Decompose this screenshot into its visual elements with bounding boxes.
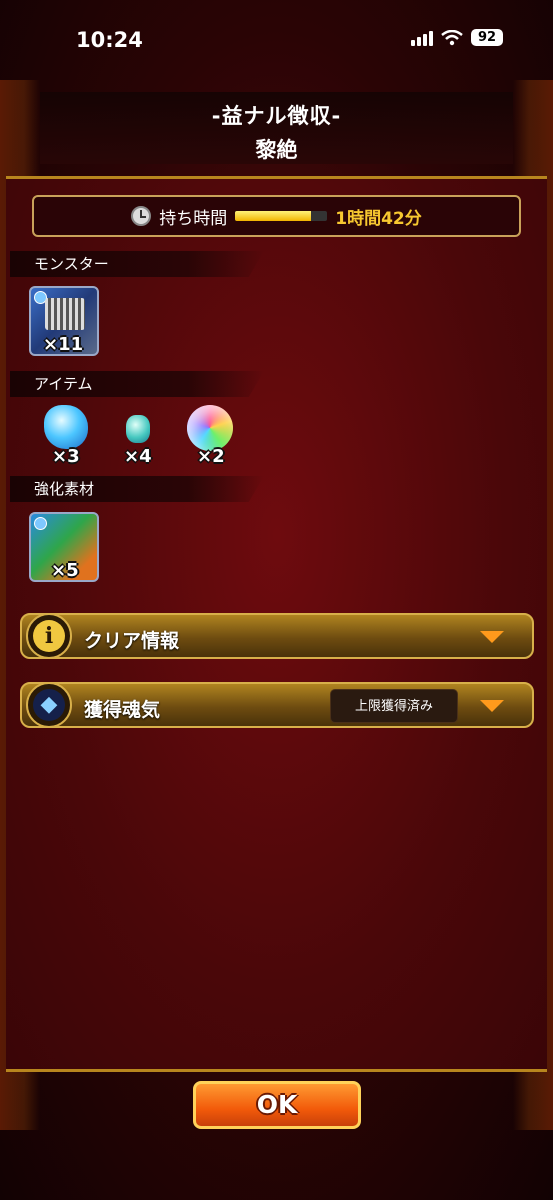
title-banner: -益ナル徴収- 黎絶 xyxy=(40,92,513,164)
time-limit-bar-fill xyxy=(235,211,311,221)
section-label-monster: モンスター xyxy=(34,255,109,273)
time-limit-box: 持ち時間 1時間42分 xyxy=(32,195,521,237)
section-header-monster: モンスター xyxy=(10,251,264,277)
section-label-material: 強化素材 xyxy=(34,480,95,498)
status-icons: 92 xyxy=(411,29,503,46)
small-gem-icon[interactable] xyxy=(126,415,150,443)
wifi-icon xyxy=(441,29,463,45)
section-header-item: アイテム xyxy=(10,371,264,397)
monster-count: ×11 xyxy=(43,334,84,355)
result-panel: 持ち時間 1時間42分 モンスター ×11 アイテム ×3 ×4 ×2 強化素材… xyxy=(6,176,547,1072)
quest-title: -益ナル徴収- xyxy=(211,104,342,128)
section-header-material: 強化素材 xyxy=(10,476,264,502)
monster-icon[interactable]: ×11 xyxy=(29,286,99,356)
time-limit-label: 持ち時間 xyxy=(159,208,228,229)
soul-flame-icon: ◆ xyxy=(26,682,72,728)
status-bar: 10:24 92 xyxy=(0,0,553,80)
clock-icon xyxy=(131,206,152,226)
material-count: ×5 xyxy=(51,560,79,581)
rainbow-orb-icon[interactable] xyxy=(187,405,233,451)
chevron-down-icon[interactable] xyxy=(480,700,504,712)
material-icon[interactable]: ×5 xyxy=(29,512,99,582)
clear-info-accordion[interactable]: i クリア情報 xyxy=(20,613,534,659)
section-label-item: アイテム xyxy=(34,375,93,393)
time-limit-value: 1時間42分 xyxy=(335,208,422,229)
blue-gem-count: ×3 xyxy=(52,446,80,467)
cellular-signal-icon xyxy=(411,30,433,46)
rainbow-orb-count: ×2 xyxy=(197,446,225,467)
blue-gem-icon[interactable] xyxy=(44,405,88,449)
status-time: 10:24 xyxy=(76,28,143,52)
element-badge-icon xyxy=(34,517,47,530)
chevron-down-icon[interactable] xyxy=(480,631,504,643)
soul-status-badge: 上限獲得済み xyxy=(330,689,458,723)
ok-button[interactable]: OK xyxy=(193,1081,361,1129)
time-limit-bar xyxy=(235,211,328,221)
small-gem-count: ×4 xyxy=(124,446,152,467)
soul-accordion[interactable]: ◆ 獲得魂気 上限獲得済み xyxy=(20,682,534,728)
quest-difficulty: 黎絶 xyxy=(255,138,298,162)
soul-label: 獲得魂気 xyxy=(84,699,161,721)
clear-info-label: クリア情報 xyxy=(84,630,180,652)
info-icon: i xyxy=(26,613,72,659)
battery-indicator: 92 xyxy=(471,29,503,46)
